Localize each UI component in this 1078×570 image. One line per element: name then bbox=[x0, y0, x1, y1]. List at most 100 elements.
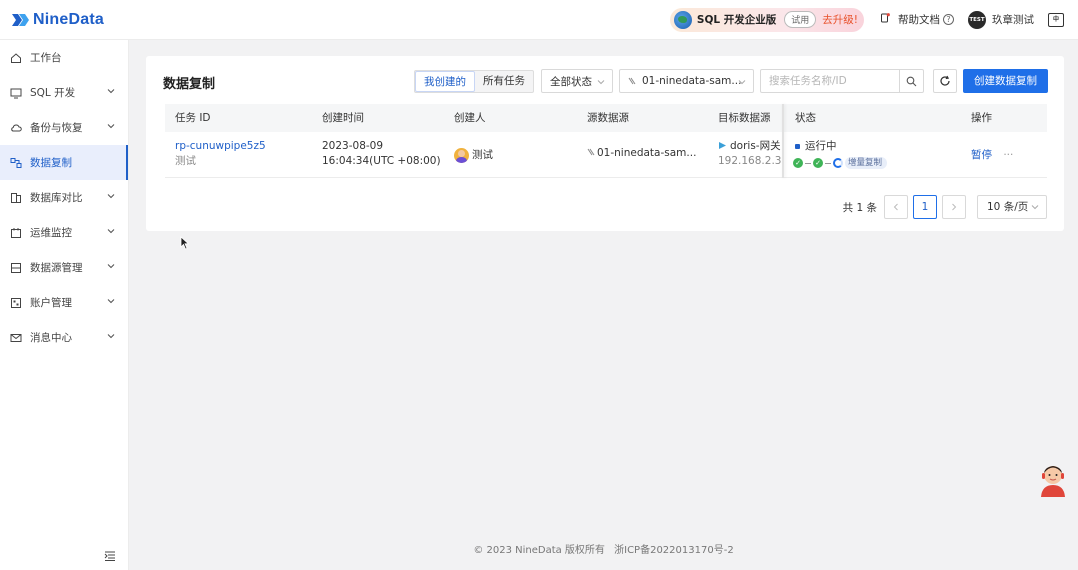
chevron-down-icon bbox=[597, 80, 605, 85]
total-count: 共 1 条 bbox=[842, 201, 877, 214]
chevron-down-icon bbox=[107, 334, 115, 339]
search-input[interactable] bbox=[761, 70, 901, 92]
trial-badge: 试用 bbox=[784, 11, 817, 28]
sidebar-item-datasource[interactable]: 数据源管理 bbox=[0, 250, 128, 285]
sidebar-item-label: 备份与恢复 bbox=[30, 122, 83, 134]
question-icon: ? bbox=[943, 14, 954, 25]
check-icon: ✓ bbox=[813, 158, 823, 168]
upgrade-link[interactable]: 去升级! bbox=[822, 12, 858, 27]
page-size-select[interactable]: 10 条/页 bbox=[977, 195, 1047, 219]
sidebar-item-ops-monitor[interactable]: 运维监控 bbox=[0, 215, 128, 250]
mail-icon bbox=[10, 333, 22, 342]
chevron-down-icon bbox=[107, 89, 115, 94]
stage-progress[interactable]: ✓ ✓ 增量复制 bbox=[793, 157, 888, 169]
brand-name: NineData bbox=[33, 10, 104, 28]
collapse-sidebar-icon[interactable] bbox=[104, 551, 116, 561]
page-button-1[interactable]: 1 bbox=[913, 195, 937, 219]
promo-title: SQL 开发企业版 bbox=[696, 14, 777, 26]
compare-icon bbox=[11, 192, 21, 203]
chevron-down-icon bbox=[107, 124, 115, 129]
avatar: TEST bbox=[968, 10, 986, 29]
footer: © 2023 NineData 版权所有 浙ICP备2022013170号-2 bbox=[129, 541, 1078, 556]
ninedata-logo-icon bbox=[12, 13, 29, 26]
sidebar: 工作台 SQL 开发 备份与恢复 数据复制 数据库对比 运维监控 数据源管理 账… bbox=[0, 40, 129, 570]
monitor-icon bbox=[10, 88, 22, 98]
next-page-button[interactable] bbox=[942, 195, 966, 219]
task-name: 测试 bbox=[175, 155, 196, 167]
tab-created-by-me[interactable]: 我创建的 bbox=[415, 71, 475, 92]
sidebar-item-sql-dev[interactable]: SQL 开发 bbox=[0, 75, 128, 110]
create-replication-button[interactable]: 创建数据复制 bbox=[963, 69, 1048, 93]
datasource-icon bbox=[628, 77, 636, 85]
column-header-target: 目标数据源 bbox=[718, 112, 771, 124]
sidebar-item-label: 数据库对比 bbox=[30, 192, 83, 204]
help-docs-link[interactable]: 帮助文档 ? bbox=[898, 12, 954, 27]
replicate-icon bbox=[10, 157, 22, 168]
chevron-down-icon bbox=[107, 194, 115, 199]
target-address: 192.168.2.34 bbox=[718, 155, 782, 167]
home-icon bbox=[11, 52, 21, 63]
replication-table: 任务 ID 创建时间 创建人 源数据源 目标数据源 状态 操作 rp-cunuw… bbox=[165, 104, 1047, 178]
replication-card: 数据复制 我创建的 所有任务 全部状态 01-ninedata-sam... 创… bbox=[146, 56, 1064, 231]
avatar bbox=[454, 147, 469, 163]
chevron-down-icon bbox=[107, 229, 115, 234]
help-docs-label: 帮助文档 bbox=[898, 14, 940, 26]
more-actions-icon[interactable]: ··· bbox=[1003, 149, 1013, 161]
source-datasource[interactable]: 01-ninedata-sam... bbox=[597, 147, 696, 159]
sidebar-item-label: 工作台 bbox=[30, 52, 62, 64]
sidebar-item-label: SQL 开发 bbox=[30, 87, 76, 99]
copyright-text: © 2023 NineData 版权所有 bbox=[473, 545, 605, 556]
check-icon: ✓ bbox=[793, 158, 803, 168]
datasource-icon bbox=[587, 148, 595, 156]
search-icon bbox=[906, 76, 917, 86]
tab-all-tasks[interactable]: 所有任务 bbox=[475, 71, 533, 92]
table-header: 任务 ID 创建时间 创建人 源数据源 目标数据源 状态 操作 bbox=[165, 104, 1047, 132]
status-filter-select[interactable]: 全部状态 bbox=[541, 69, 613, 93]
column-header-status: 状态 bbox=[795, 112, 816, 124]
stage-label: 增量复制 bbox=[845, 157, 888, 169]
sidebar-item-workbench[interactable]: 工作台 bbox=[0, 40, 128, 75]
task-id-link[interactable]: rp-cunuwpipe5z5 bbox=[175, 139, 266, 154]
language-switch-icon[interactable]: 中 bbox=[1048, 12, 1064, 27]
fixed-column-divider bbox=[782, 104, 784, 178]
chevron-left-icon bbox=[893, 203, 898, 211]
chevron-down-icon bbox=[107, 299, 115, 304]
sidebar-item-label: 消息中心 bbox=[30, 332, 72, 344]
sidebar-item-messages[interactable]: 消息中心 bbox=[0, 320, 128, 355]
search-box bbox=[760, 69, 924, 93]
sidebar-item-account[interactable]: 账户管理 bbox=[0, 285, 128, 320]
sidebar-item-replication[interactable]: 数据复制 bbox=[0, 145, 128, 180]
refresh-button[interactable] bbox=[933, 69, 957, 93]
sidebar-item-label: 运维监控 bbox=[30, 227, 72, 239]
upgrade-banner[interactable]: SQL 开发企业版 试用 去升级! bbox=[669, 7, 864, 32]
chevron-right-icon bbox=[952, 203, 957, 211]
sidebar-item-label: 数据源管理 bbox=[30, 262, 83, 274]
icp-link[interactable]: 浙ICP备2022013170号-2 bbox=[614, 545, 734, 556]
ownership-tabs: 我创建的 所有任务 bbox=[414, 70, 534, 93]
creator-name: 测试 bbox=[472, 149, 493, 161]
top-bar: NineData SQL 开发企业版 试用 去升级! 帮助文档 ? TEST 玖… bbox=[0, 0, 1078, 40]
search-button[interactable] bbox=[899, 70, 923, 92]
brand-logo[interactable]: NineData bbox=[10, 11, 104, 29]
doris-icon bbox=[719, 142, 726, 149]
page-title: 数据复制 bbox=[163, 77, 216, 92]
chevron-down-icon bbox=[1031, 205, 1039, 210]
sidebar-item-backup[interactable]: 备份与恢复 bbox=[0, 110, 128, 145]
globe-icon bbox=[673, 10, 692, 29]
target-datasource[interactable]: doris-网关 bbox=[730, 140, 781, 152]
ops-icon bbox=[11, 227, 21, 238]
column-header-creator: 创建人 bbox=[454, 112, 486, 124]
customer-support-icon[interactable] bbox=[1037, 461, 1069, 497]
status-text: 运行中 bbox=[805, 140, 837, 152]
account-icon bbox=[11, 297, 21, 308]
pause-button[interactable]: 暂停 bbox=[971, 149, 992, 161]
datasource-filter-select[interactable]: 01-ninedata-sam... bbox=[619, 69, 754, 93]
sidebar-item-db-compare[interactable]: 数据库对比 bbox=[0, 180, 128, 215]
status-indicator-icon bbox=[795, 143, 800, 149]
sidebar-item-label: 数据复制 bbox=[30, 157, 72, 169]
prev-page-button[interactable] bbox=[884, 195, 908, 219]
sidebar-item-label: 账户管理 bbox=[30, 297, 72, 309]
notification-icon[interactable] bbox=[874, 12, 896, 27]
user-menu[interactable]: TEST 玖章测试 bbox=[968, 10, 1034, 29]
refresh-icon bbox=[940, 75, 950, 86]
